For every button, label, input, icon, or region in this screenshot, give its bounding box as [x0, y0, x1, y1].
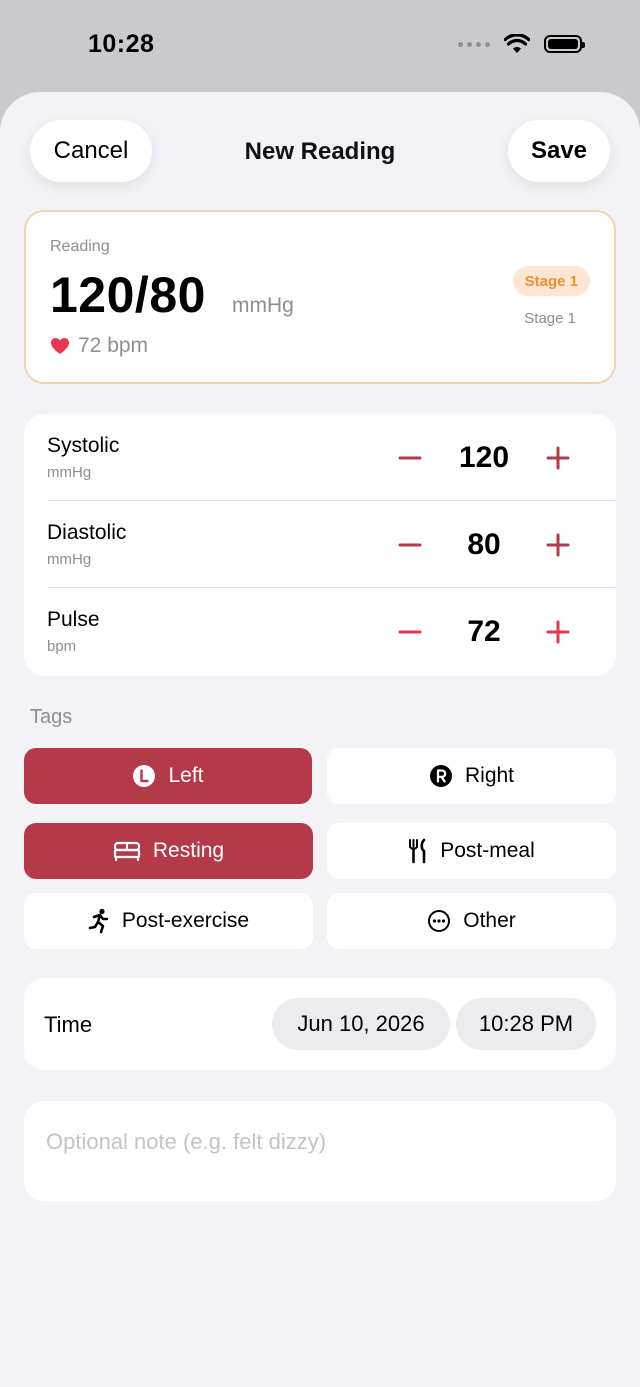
note-card [24, 1101, 616, 1201]
tag-label: Post-exercise [121, 909, 250, 932]
stage-text: Stage 1 [524, 310, 576, 327]
diastolic-row: Diastolic mmHg 80 [24, 501, 616, 588]
date-picker[interactable]: Jun 10, 2026 [272, 998, 450, 1050]
heart-icon [51, 338, 69, 354]
plus-icon [546, 620, 570, 644]
reading-summary-card: Reading 120/80 mmHg 72 bpm Stage 1 Stage… [24, 210, 616, 384]
pulse-value: 72 [467, 615, 501, 648]
reading-label: Reading [50, 238, 110, 255]
pulse-decrement-button[interactable] [390, 612, 430, 652]
reading-unit: mmHg [232, 294, 294, 317]
reading-value: 120/80 [50, 267, 206, 323]
status-bar: 10:28 [0, 0, 640, 92]
tag-label: Resting [152, 839, 225, 862]
save-button[interactable]: Save [508, 120, 610, 182]
tag-label: Post-meal [440, 839, 535, 862]
tags-section-label: Tags [30, 706, 73, 728]
tag-label: Right [464, 764, 515, 787]
systolic-row: Systolic mmHg 120 [24, 414, 616, 501]
tag-label: Left [168, 764, 204, 787]
plus-icon [546, 446, 570, 470]
fork-knife-icon [409, 838, 426, 864]
pulse-increment-button[interactable] [538, 612, 578, 652]
tag-right[interactable]: Right [327, 748, 616, 804]
stepper-name: Systolic [47, 434, 120, 457]
tag-label: Other [463, 909, 516, 932]
stepper-unit: mmHg [47, 464, 92, 481]
battery-icon [544, 35, 585, 53]
pulse-row: Pulse bpm 72 [24, 588, 616, 675]
ellipsis-circle-icon [428, 910, 451, 932]
time-picker[interactable]: 10:28 PM [456, 998, 596, 1050]
systolic-value: 120 [458, 441, 510, 474]
tag-post-exercise[interactable]: Post-exercise [24, 893, 313, 949]
note-input[interactable] [44, 1121, 598, 1163]
minus-icon [398, 630, 422, 634]
tag-post-meal[interactable]: Post-meal [327, 823, 616, 879]
pulse-summary: 72 bpm [50, 334, 148, 358]
stepper-unit: mmHg [47, 551, 92, 568]
stage-badge: Stage 1 [512, 266, 590, 296]
diastolic-value: 80 [467, 528, 501, 561]
minus-icon [398, 543, 422, 547]
status-icons [458, 34, 585, 54]
cellular-signal-icon [458, 41, 490, 47]
status-time: 10:28 [88, 30, 155, 58]
diastolic-increment-button[interactable] [538, 525, 578, 565]
stepper-unit: bpm [47, 638, 77, 655]
left-arm-icon [133, 765, 156, 787]
systolic-increment-button[interactable] [538, 438, 578, 478]
tag-left[interactable]: Left [24, 748, 312, 804]
stepper-name: Diastolic [47, 521, 127, 544]
time-card: Time Jun 10, 2026 10:28 PM [24, 978, 616, 1070]
new-reading-sheet: Cancel New Reading Save Reading 120/80 m… [0, 92, 640, 1387]
time-label: Time [44, 1012, 93, 1037]
diastolic-decrement-button[interactable] [390, 525, 430, 565]
plus-icon [546, 533, 570, 557]
stepper-name: Pulse [47, 608, 100, 631]
running-icon [88, 908, 109, 934]
minus-icon [398, 456, 422, 460]
tag-other[interactable]: Other [327, 893, 616, 949]
right-arm-icon [429, 765, 452, 787]
bed-icon [113, 841, 140, 862]
systolic-decrement-button[interactable] [390, 438, 430, 478]
wifi-icon [504, 34, 530, 53]
stepper-card: Systolic mmHg 120 Diastolic mmHg 80 Puls… [24, 414, 616, 676]
tag-resting[interactable]: Resting [24, 823, 313, 879]
pulse-summary-text: 72 bpm [78, 334, 149, 357]
